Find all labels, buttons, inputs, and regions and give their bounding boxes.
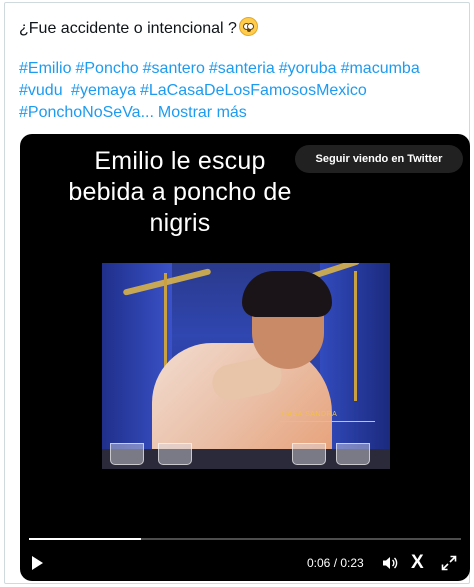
continue-watching-button[interactable]: Seguir viendo en Twitter bbox=[295, 145, 463, 173]
video-controls: 0:06 / 0:23 X bbox=[20, 550, 470, 576]
hashtag-link[interactable]: #vudu bbox=[19, 82, 63, 99]
tweet-card: ¿Fue accidente o intencional ? #Emilio #P… bbox=[4, 2, 470, 584]
time-display: 0:06 / 0:23 bbox=[307, 556, 364, 570]
video-watermark: CASA SANDRA bbox=[282, 411, 338, 418]
x-logo-icon[interactable]: X bbox=[411, 552, 424, 574]
caption-line: bebida a poncho de bbox=[68, 178, 292, 206]
tweet-text-line: ¿Fue accidente o intencional ? bbox=[19, 17, 465, 40]
caption-line: nigris bbox=[149, 209, 211, 237]
expand-icon[interactable] bbox=[441, 555, 457, 571]
hashtag-link[interactable]: #Poncho bbox=[75, 60, 138, 77]
volume-icon[interactable] bbox=[382, 555, 398, 571]
progress-bar[interactable] bbox=[29, 538, 461, 540]
show-more-link[interactable]: Mostrar más bbox=[158, 104, 247, 121]
hashtag-list: #Emilio #Poncho #santero #santeria #yoruba #m… bbox=[19, 58, 465, 124]
flushed-face-emoji-icon bbox=[238, 17, 258, 36]
tweet-body: ¿Fue accidente o intencional ? #Emilio #P… bbox=[19, 17, 465, 124]
hashtag-link[interactable]: #santeria bbox=[209, 60, 275, 77]
hashtag-link[interactable]: #LaCasaDeLosFamososMexico bbox=[140, 82, 367, 99]
hashtag-link[interactable]: #Emilio bbox=[19, 60, 71, 77]
video-caption: Emilio le escup bebida a poncho de nigri… bbox=[20, 146, 340, 239]
hashtag-link[interactable]: #PonchoNoSeVa... bbox=[19, 104, 154, 121]
hashtag-link[interactable]: #yoruba bbox=[279, 60, 337, 77]
video-player[interactable]: Emilio le escup bebida a poncho de nigri… bbox=[20, 134, 470, 581]
video-frame-image: CASA SANDRA bbox=[102, 263, 390, 469]
tweet-text: ¿Fue accidente o intencional ? bbox=[19, 20, 237, 37]
play-icon[interactable] bbox=[32, 556, 43, 570]
caption-line: Emilio le escup bbox=[94, 147, 266, 175]
progress-fill bbox=[29, 538, 142, 540]
hashtag-link[interactable]: #macumba bbox=[341, 60, 420, 77]
hashtag-link[interactable]: #yemaya bbox=[67, 82, 136, 99]
hashtag-link[interactable]: #santero bbox=[143, 60, 205, 77]
